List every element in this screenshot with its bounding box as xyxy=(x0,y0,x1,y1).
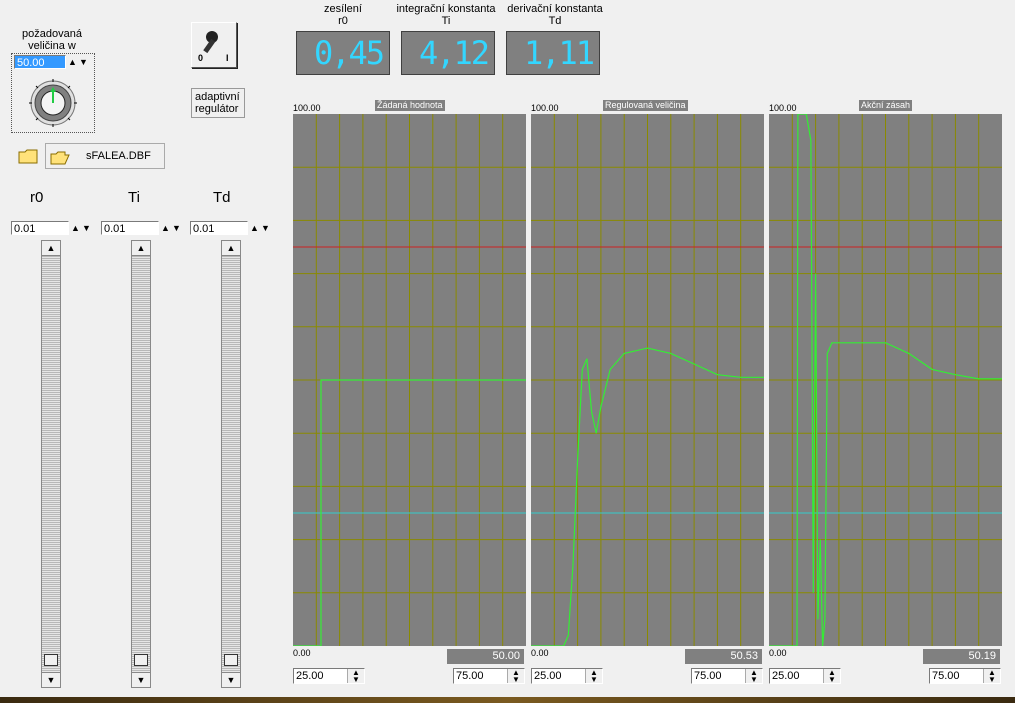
display-caption-line1: integrační konstanta xyxy=(396,3,496,15)
slider-thumb[interactable] xyxy=(44,654,58,666)
chart-xmax-value: 75.00 xyxy=(456,670,484,682)
scroll-up-icon[interactable]: ▲ xyxy=(221,240,241,256)
td-spinner[interactable]: ▲ ▼ xyxy=(249,221,271,235)
spin-down-icon[interactable]: ▼ xyxy=(260,221,271,235)
setpoint-label-text: požadovaná veličina w xyxy=(22,28,82,52)
chart-title: Akční zásah xyxy=(859,100,913,111)
adaptive-regulator-button[interactable]: adaptivní regulátor xyxy=(191,88,245,118)
chart-xmin-spinner[interactable]: 25.00 ▲ ▼ xyxy=(293,668,365,684)
r0-input[interactable]: 0.01 xyxy=(11,221,69,235)
chart-xmax-spinner[interactable]: 75.00 ▲ ▼ xyxy=(453,668,525,684)
chart-current-value: 50.19 xyxy=(923,649,1000,664)
spin-up-icon[interactable]: ▲ xyxy=(67,55,78,69)
display-td-caption: derivační konstanta Td xyxy=(502,3,608,27)
spin-down-icon[interactable]: ▼ xyxy=(81,221,92,235)
display-caption-line2: r0 xyxy=(338,15,348,27)
knob-icon[interactable] xyxy=(28,78,78,128)
chart-controlled-variable: 100.00 Regulovaná veličina 0.00 50.53 25… xyxy=(531,100,764,690)
r0-spinner[interactable]: ▲ ▼ xyxy=(70,221,92,235)
spin-up-icon[interactable]: ▲ xyxy=(249,221,260,235)
chart-xmax-spinner[interactable]: 75.00 ▲ ▼ xyxy=(691,668,763,684)
chart-title: Regulovaná veličina xyxy=(603,100,688,111)
display-caption-line1: zesílení xyxy=(324,3,362,15)
file-field[interactable]: sFALEA.DBF xyxy=(45,143,165,169)
td-label: Td xyxy=(213,189,231,206)
up-down-icon[interactable]: ▲ ▼ xyxy=(585,669,602,684)
setpoint-knob[interactable] xyxy=(28,78,78,128)
scroll-up-icon[interactable]: ▲ xyxy=(41,240,61,256)
chart-setpoint: 100.00 Žádaná hodnota 0.00 50.00 25.00 ▲… xyxy=(293,100,526,690)
setpoint-input[interactable]: 50.00 xyxy=(14,55,66,69)
display-caption-line1: derivační konstanta xyxy=(507,3,603,15)
slider-thumb[interactable] xyxy=(224,654,238,666)
up-down-icon[interactable]: ▲ ▼ xyxy=(347,669,364,684)
spin-up-icon[interactable]: ▲ xyxy=(70,221,81,235)
chart-xmin-value: 25.00 xyxy=(772,670,800,682)
slider-thumb[interactable] xyxy=(134,654,148,666)
chart-xmin-spinner[interactable]: 25.00 ▲ ▼ xyxy=(769,668,841,684)
ti-spinner[interactable]: ▲ ▼ xyxy=(160,221,182,235)
spin-up-icon[interactable]: ▲ xyxy=(160,221,171,235)
display-r0-caption: zesílení r0 xyxy=(296,3,390,27)
display-caption-line2: Ti xyxy=(441,15,451,27)
chart-control-action: 100.00 Akční zásah 0.00 50.19 25.00 ▲ ▼ 7… xyxy=(769,100,1002,690)
chart-plot xyxy=(293,114,526,646)
ti-label: Ti xyxy=(128,189,140,206)
up-down-icon[interactable]: ▲ ▼ xyxy=(745,669,762,684)
spin-down-icon[interactable]: ▼ xyxy=(171,221,182,235)
chart-ymin-label: 0.00 xyxy=(531,648,549,658)
adaptive-regulator-label: adaptivní regulátor xyxy=(195,91,240,115)
setpoint-spinner[interactable]: ▲ ▼ xyxy=(67,55,89,69)
ti-input[interactable]: 0.01 xyxy=(101,221,159,235)
scroll-down-icon[interactable]: ▼ xyxy=(131,672,151,688)
scroll-down-icon[interactable]: ▼ xyxy=(221,672,241,688)
file-name: sFALEA.DBF xyxy=(86,150,151,162)
chart-plot xyxy=(531,114,764,646)
setpoint-label: požadovaná veličina w xyxy=(20,28,84,52)
chart-xmax-spinner[interactable]: 75.00 ▲ ▼ xyxy=(929,668,1001,684)
display-td: 1,11 xyxy=(506,31,600,75)
ti-slider[interactable]: ▲ ▼ xyxy=(131,240,151,688)
spin-down-icon[interactable]: ▼ xyxy=(78,55,89,69)
scroll-up-icon[interactable]: ▲ xyxy=(131,240,151,256)
up-down-icon[interactable]: ▲ ▼ xyxy=(983,669,1000,684)
on-off-switch[interactable]: 0 I xyxy=(191,22,237,68)
switch-off-label: 0 xyxy=(198,53,204,63)
chart-ymax-label: 100.00 xyxy=(769,103,797,113)
chart-current-value: 50.53 xyxy=(685,649,762,664)
folder-icon[interactable] xyxy=(18,148,38,164)
bottom-strip xyxy=(0,697,1015,703)
display-r0: 0,45 xyxy=(296,31,390,75)
chart-xmin-value: 25.00 xyxy=(534,670,562,682)
chart-xmax-value: 75.00 xyxy=(694,670,722,682)
up-down-icon[interactable]: ▲ ▼ xyxy=(823,669,840,684)
display-ti-caption: integrační konstanta Ti xyxy=(391,3,501,27)
chart-xmin-value: 25.00 xyxy=(296,670,324,682)
switch-on-label: I xyxy=(226,53,229,63)
r0-slider[interactable]: ▲ ▼ xyxy=(41,240,61,688)
td-slider[interactable]: ▲ ▼ xyxy=(221,240,241,688)
r0-label: r0 xyxy=(30,189,44,206)
chart-current-value: 50.00 xyxy=(447,649,524,664)
chart-xmax-value: 75.00 xyxy=(932,670,960,682)
chart-xmin-spinner[interactable]: 25.00 ▲ ▼ xyxy=(531,668,603,684)
display-ti: 4,12 xyxy=(401,31,495,75)
chart-ymax-label: 100.00 xyxy=(531,103,559,113)
td-input[interactable]: 0.01 xyxy=(190,221,248,235)
chart-title: Žádaná hodnota xyxy=(375,100,445,111)
chart-ymin-label: 0.00 xyxy=(293,648,311,658)
chart-ymax-label: 100.00 xyxy=(293,103,321,113)
chart-ymin-label: 0.00 xyxy=(769,648,787,658)
up-down-icon[interactable]: ▲ ▼ xyxy=(507,669,524,684)
display-caption-line2: Td xyxy=(548,15,562,27)
open-folder-icon xyxy=(50,151,70,165)
chart-plot xyxy=(769,114,1002,646)
scroll-down-icon[interactable]: ▼ xyxy=(41,672,61,688)
